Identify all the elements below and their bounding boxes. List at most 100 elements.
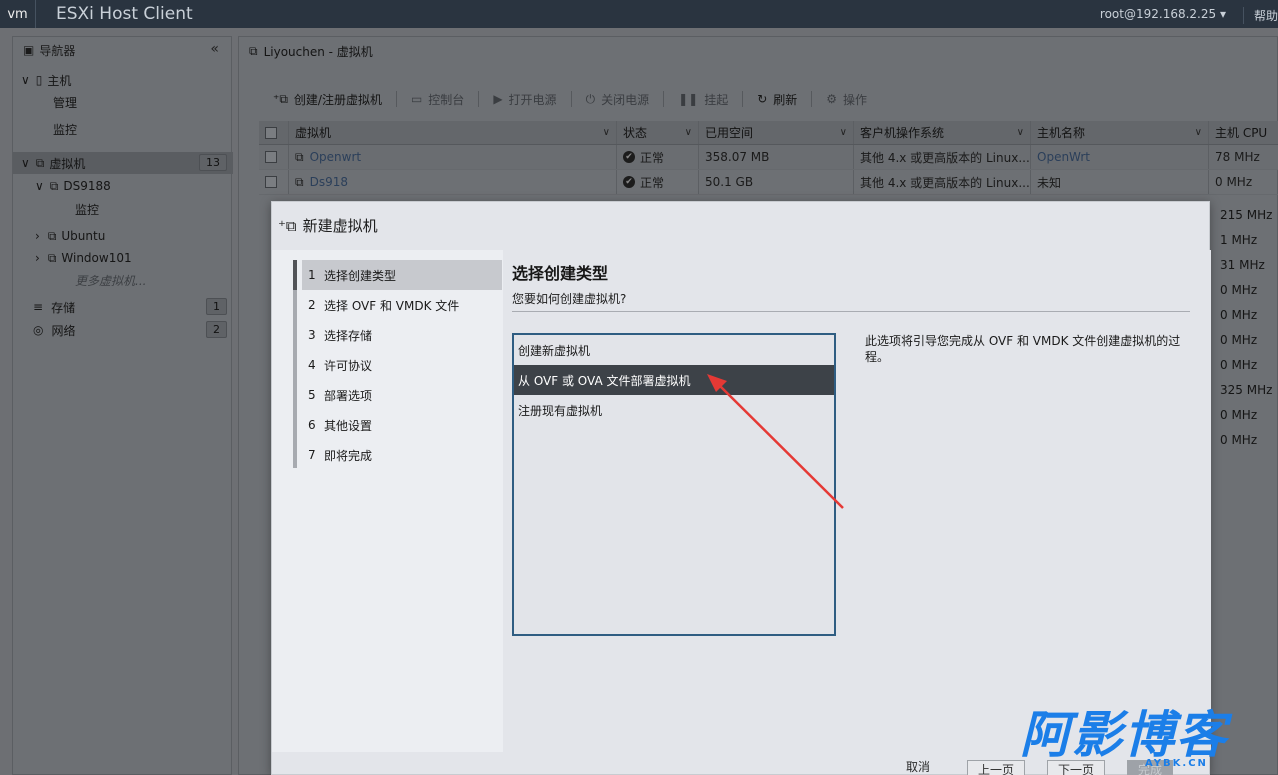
watermark-logo: 阿影博客 AYBK.CN: [1020, 706, 1270, 769]
storage-icon: ≡: [33, 300, 44, 314]
vm-toolbar: ⁺⧉ 创建/注册虚拟机 ▭ 控制台 ▶ 打开电源 ⏻ 关闭电源 ❚❚ 挂起 ↻ 刷新 ⚙ 操作: [259, 90, 881, 108]
row-checkbox[interactable]: [259, 145, 289, 169]
cpu-value: 215 MHz: [1220, 207, 1273, 222]
chevron-down-icon[interactable]: ∨: [840, 127, 847, 138]
wizard-content: 选择创建类型 您要如何创建虚拟机? 创建新虚拟机 从 OVF 或 OVA 文件部…: [503, 250, 1211, 752]
watermark-domain: AYBK.CN: [1145, 758, 1208, 769]
nav-item-vm-ubuntu[interactable]: › ⧉ Ubuntu: [13, 225, 233, 247]
vm-icon: ⧉: [295, 174, 304, 189]
vm-icon: ⧉: [249, 44, 258, 58]
add-vm-icon: ⁺⧉: [278, 216, 297, 235]
power-off-button[interactable]: ⏻ 关闭电源: [572, 91, 665, 107]
vm-icon: ⧉: [35, 155, 45, 170]
nav-item-more-vms[interactable]: 更多虚拟机...: [13, 269, 233, 291]
cpu-value: 0 MHz: [1220, 282, 1258, 297]
option-create-new-vm[interactable]: 创建新虚拟机: [514, 335, 834, 365]
suspend-button[interactable]: ❚❚ 挂起: [664, 91, 744, 107]
nav-item-host[interactable]: ∨ ▯ 主机: [13, 69, 233, 91]
network-icon: ◎: [33, 323, 44, 337]
vm-powered-on-icon: ⧉: [47, 250, 57, 265]
nav-item-vm-ds9188-monitor[interactable]: 监控: [13, 198, 233, 220]
step-heading: 选择创建类型: [512, 264, 609, 283]
wizard-step-4[interactable]: 4 许可协议: [302, 350, 502, 380]
nav-item-monitor[interactable]: 监控: [13, 118, 233, 140]
watermark-text: 阿影博客: [1020, 706, 1228, 764]
cpu-value: 0 MHz: [1220, 332, 1258, 347]
vm-name-link[interactable]: Openwrt: [310, 150, 362, 164]
wizard-step-1[interactable]: 1 选择创建类型: [302, 260, 502, 290]
nav-item-vm-window101[interactable]: › ⧉ Window101: [13, 247, 233, 269]
console-icon: ▭: [410, 92, 423, 106]
top-bar: vm ESXi Host Client root@192.168.2.25 ▾ …: [0, 0, 1278, 28]
play-icon: ▶: [493, 92, 503, 106]
chevron-down-icon[interactable]: ∨: [21, 73, 30, 87]
row-checkbox[interactable]: [259, 170, 289, 194]
console-button[interactable]: ▭ 控制台: [397, 91, 480, 107]
wizard-step-3[interactable]: 3 选择存储: [302, 320, 502, 350]
wizard-step-6[interactable]: 6 其他设置: [302, 410, 502, 440]
nav-item-storage[interactable]: ≡ 存储 1: [13, 296, 233, 318]
cpu-value: 31 MHz: [1220, 257, 1265, 272]
column-header-guest-os[interactable]: 客户机操作系统 ∨: [854, 121, 1031, 144]
option-register-existing-vm[interactable]: 注册现有虚拟机: [514, 395, 834, 425]
cpu-value: 325 MHz: [1220, 382, 1273, 397]
refresh-icon: ↻: [757, 92, 768, 106]
column-header-status[interactable]: 状态 ∨: [617, 121, 699, 144]
help-menu[interactable]: 帮助: [1242, 7, 1278, 24]
vm-name-link[interactable]: Ds918: [310, 175, 348, 189]
chevron-down-icon[interactable]: ∨: [1195, 127, 1202, 138]
check-circle-icon: ✔: [623, 151, 635, 163]
chevron-down-icon[interactable]: ∨: [35, 179, 44, 193]
pause-icon: ❚❚: [678, 92, 699, 106]
cancel-button[interactable]: 取消: [906, 758, 930, 775]
select-all-checkbox[interactable]: [259, 121, 289, 144]
chevron-down-icon[interactable]: ∨: [603, 127, 610, 138]
divider: [512, 311, 1190, 312]
wizard-step-5[interactable]: 5 部署选项: [302, 380, 502, 410]
nav-item-vm-ds9188[interactable]: ∨ ⧉ DS9188: [13, 175, 233, 197]
cpu-value: 1 MHz: [1220, 232, 1258, 247]
vm-table: 虚拟机 ∨ 状态 ∨ 已用空间 ∨ 客户机操作系统 ∨ 主机名称 ∨ 主机 CPU ⧉ Op…: [259, 121, 1278, 195]
chevron-right-icon[interactable]: ›: [35, 229, 40, 243]
column-header-vm[interactable]: 虚拟机 ∨: [289, 121, 617, 144]
host-cpu-column-values: 215 MHz 1 MHz 31 MHz 0 MHz 0 MHz 0 MHz 0…: [1214, 202, 1278, 452]
user-menu[interactable]: root@192.168.2.25 ▾: [1100, 7, 1226, 21]
collapse-navigator-icon[interactable]: «: [210, 41, 219, 57]
create-register-vm-button[interactable]: ⁺⧉ 创建/注册虚拟机: [259, 91, 397, 107]
cpu-value: 0 MHz: [1220, 307, 1258, 322]
check-circle-icon: ✔: [623, 176, 635, 188]
wizard-step-7[interactable]: 7 即将完成: [302, 440, 502, 470]
nav-item-vms[interactable]: ∨ ⧉ 虚拟机 13: [13, 152, 233, 174]
vm-icon: ⧉: [49, 178, 59, 193]
column-header-used-space[interactable]: 已用空间 ∨: [699, 121, 854, 144]
navigator-header: ▣ 导航器 «: [13, 37, 231, 63]
power-on-button[interactable]: ▶ 打开电源: [479, 91, 572, 107]
navigator-icon: ▣: [23, 43, 35, 57]
table-row[interactable]: ⧉ Openwrt ✔ 正常 358.07 MB 其他 4.x 或更高版本的 Lin…: [259, 145, 1278, 170]
back-button[interactable]: 上一页: [967, 760, 1026, 775]
chevron-down-icon[interactable]: ∨: [21, 156, 30, 170]
navigator-title: 导航器: [39, 43, 76, 58]
vm-icon: ⧉: [47, 228, 57, 243]
host-icon: ▯: [35, 73, 43, 87]
vm-running-icon: ⧉: [295, 149, 304, 164]
wizard-step-2[interactable]: 2 选择 OVF 和 VMDK 文件: [302, 290, 502, 320]
option-deploy-from-ovf[interactable]: 从 OVF 或 OVA 文件部署虚拟机: [514, 365, 834, 395]
column-header-host-cpu[interactable]: 主机 CPU: [1209, 121, 1278, 144]
storage-count-badge: 1: [206, 298, 227, 315]
nav-item-manage[interactable]: 管理: [13, 91, 233, 113]
table-row[interactable]: ⧉ Ds918 ✔ 正常 50.1 GB 其他 4.x 或更高版本的 Linux..…: [259, 170, 1278, 195]
refresh-button[interactable]: ↻ 刷新: [743, 91, 813, 107]
step-subheading: 您要如何创建虚拟机?: [512, 292, 627, 306]
chevron-right-icon[interactable]: ›: [35, 251, 40, 265]
vmware-logo: vm: [0, 0, 36, 28]
cpu-value: 0 MHz: [1220, 432, 1258, 447]
table-header: 虚拟机 ∨ 状态 ∨ 已用空间 ∨ 客户机操作系统 ∨ 主机名称 ∨ 主机 CPU: [259, 121, 1278, 145]
actions-button[interactable]: ⚙ 操作: [812, 91, 881, 107]
chevron-down-icon[interactable]: ∨: [685, 127, 692, 138]
nav-item-network[interactable]: ◎ 网络 2: [13, 319, 233, 341]
chevron-down-icon[interactable]: ∨: [1017, 127, 1024, 138]
column-header-host-name[interactable]: 主机名称 ∨: [1031, 121, 1209, 144]
new-vm-dialog: ⁺⧉ 新建虚拟机 1 选择创建类型 2 选择 OVF 和 VMDK 文件 3 选择存储…: [271, 201, 1211, 775]
cpu-value: 0 MHz: [1220, 407, 1258, 422]
